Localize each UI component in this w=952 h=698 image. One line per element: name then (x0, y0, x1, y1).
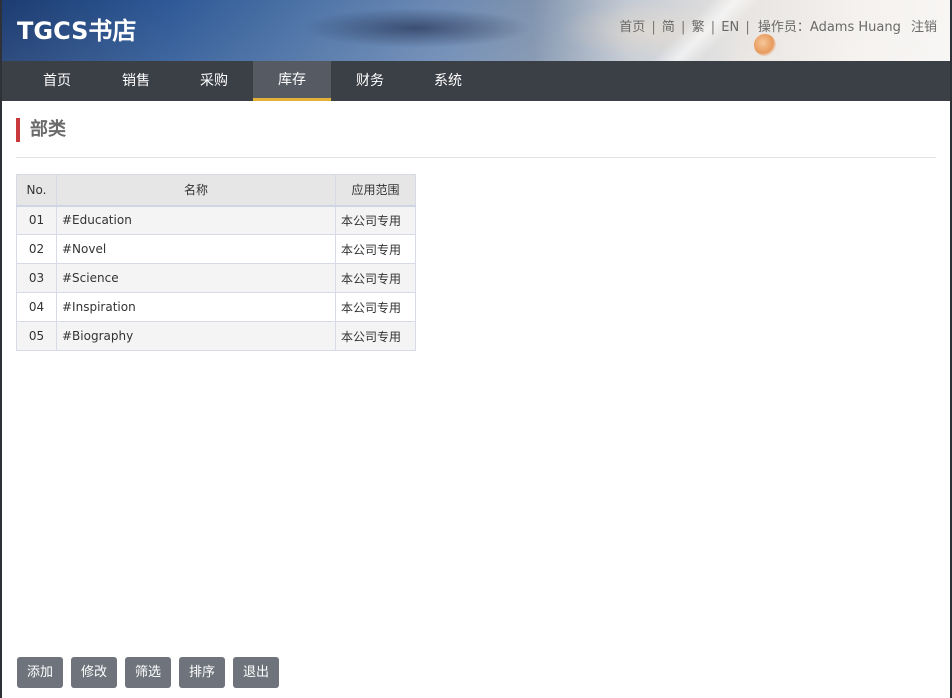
cell-no: 02 (16, 234, 57, 264)
app-window: TGCS书店 首页 | 简 | 繁 | EN | 操作员：Adams Huang… (0, 0, 952, 698)
page-title: 部类 (16, 118, 66, 142)
category-table: No. 名称 应用范围 01 #Education 本公司专用 02 #Nove… (16, 174, 416, 351)
link-separator: | (651, 20, 656, 35)
cell-name: #Biography (56, 321, 336, 351)
nav-item-inventory[interactable]: 库存 (253, 61, 331, 101)
operator-label: 操作员： (757, 20, 810, 35)
banner-decoration (754, 34, 776, 56)
cell-name: #Inspiration (56, 292, 336, 322)
operator-name: Adams Huang (809, 20, 901, 35)
filter-button[interactable]: 筛选 (125, 657, 171, 688)
cell-scope: 本公司专用 (335, 234, 416, 264)
nav-item-purchase[interactable]: 采购 (175, 61, 253, 101)
cell-scope: 本公司专用 (335, 263, 416, 293)
table-row[interactable]: 05 #Biography 本公司专用 (16, 321, 416, 351)
column-header-scope: 应用范围 (335, 174, 416, 207)
cell-scope: 本公司专用 (335, 205, 416, 235)
link-separator: | (710, 20, 716, 35)
table-row[interactable]: 03 #Science 本公司专用 (16, 263, 416, 293)
exit-button[interactable]: 退出 (233, 657, 279, 688)
cell-name: #Novel (56, 234, 336, 264)
cell-no: 03 (16, 263, 57, 293)
simplified-chinese-link[interactable]: 简 (662, 19, 675, 37)
nav-item-home[interactable]: 首页 (17, 61, 97, 101)
action-toolbar: 添加 修改 筛选 排序 退出 (17, 657, 287, 688)
link-separator: | (681, 20, 686, 35)
cell-no: 04 (16, 292, 57, 322)
main-nav: 首页 销售 采购 库存 财务 系统 (2, 61, 950, 101)
traditional-chinese-link[interactable]: 繁 (692, 19, 705, 37)
cell-name: #Science (56, 263, 336, 293)
add-button[interactable]: 添加 (17, 657, 63, 688)
english-link[interactable]: EN (721, 19, 739, 37)
home-link[interactable]: 首页 (619, 19, 645, 37)
top-links: 首页 | 简 | 繁 | EN | 操作员：Adams Huang 注销 (619, 19, 937, 37)
brand-logo: TGCS书店 (17, 17, 137, 45)
cell-no: 05 (16, 321, 57, 351)
cell-scope: 本公司专用 (335, 292, 416, 322)
header-banner: TGCS书店 首页 | 简 | 繁 | EN | 操作员：Adams Huang… (2, 0, 950, 61)
cell-name: #Education (56, 205, 336, 235)
logout-link[interactable]: 注销 (911, 19, 937, 37)
table-row[interactable]: 04 #Inspiration 本公司专用 (16, 292, 416, 322)
sort-button[interactable]: 排序 (179, 657, 225, 688)
banner-decoration (302, 8, 532, 48)
cell-scope: 本公司专用 (335, 321, 416, 351)
table-row[interactable]: 02 #Novel 本公司专用 (16, 234, 416, 264)
nav-item-system[interactable]: 系统 (409, 61, 487, 101)
column-header-name: 名称 (56, 174, 336, 207)
cell-no: 01 (16, 205, 57, 235)
nav-item-finance[interactable]: 财务 (331, 61, 409, 101)
nav-item-sales[interactable]: 销售 (97, 61, 175, 101)
column-header-no: No. (16, 174, 57, 207)
link-separator: | (745, 20, 750, 35)
title-divider (16, 157, 936, 158)
table-header-row: No. 名称 应用范围 (16, 174, 416, 207)
table-row[interactable]: 01 #Education 本公司专用 (16, 205, 416, 235)
edit-button[interactable]: 修改 (71, 657, 117, 688)
